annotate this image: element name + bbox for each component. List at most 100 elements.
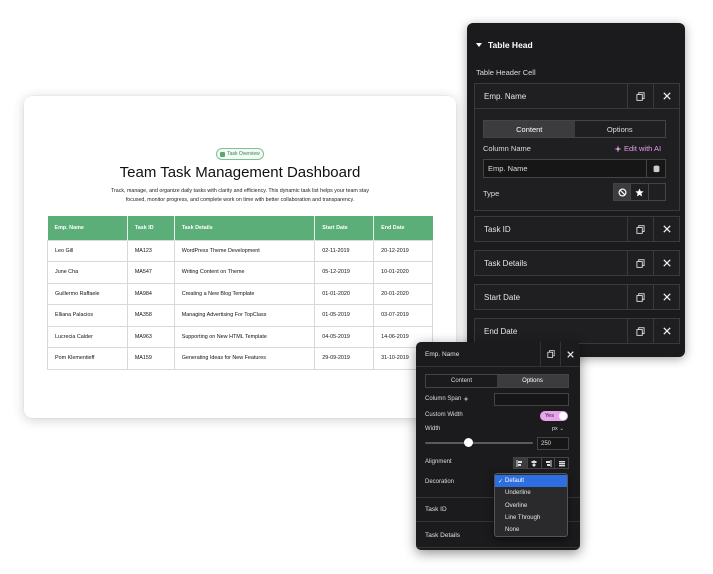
table-cell: 29-09-2019 bbox=[314, 347, 375, 370]
table-cell: 20-12-2019 bbox=[373, 239, 433, 262]
table-cell: Guillermo Raffaele bbox=[47, 282, 128, 305]
width-label: Width bbox=[425, 426, 441, 432]
tab-options[interactable]: Options bbox=[497, 375, 568, 387]
table-row: Pom Klementieff MA159 Generating Ideas f… bbox=[47, 347, 433, 370]
duplicate-button[interactable] bbox=[627, 285, 653, 309]
repeater-item-label: End Date bbox=[484, 326, 518, 336]
remove-button[interactable] bbox=[653, 285, 679, 309]
toggle-label: Yes bbox=[545, 413, 554, 419]
table-cell: Creating a New Blog Template bbox=[173, 282, 316, 305]
content-options-tabs: Content Options bbox=[483, 120, 666, 138]
custom-width-toggle[interactable]: Yes bbox=[540, 411, 568, 421]
remove-button[interactable] bbox=[653, 217, 679, 241]
dashboard-title: Team Task Management Dashboard bbox=[119, 164, 361, 181]
table-cell: WordPress Theme Development bbox=[173, 239, 316, 262]
remove-button[interactable] bbox=[653, 251, 679, 275]
align-left-option[interactable] bbox=[514, 458, 528, 468]
remove-button[interactable] bbox=[560, 342, 580, 366]
decoration-dropdown[interactable]: ✓ Default Underline Overline Line Throug… bbox=[494, 473, 568, 537]
type-label: Type bbox=[483, 189, 500, 198]
repeater-item-task-details[interactable]: Task Details bbox=[474, 250, 680, 276]
width-value: 250 bbox=[541, 440, 552, 447]
repeater-item-label: Emp. Name bbox=[484, 91, 527, 101]
duplicate-button[interactable] bbox=[627, 251, 653, 275]
align-center-option[interactable] bbox=[528, 458, 542, 468]
width-slider-track[interactable] bbox=[425, 442, 533, 444]
content-options-tabs: Content Options bbox=[425, 374, 569, 388]
remove-button[interactable] bbox=[653, 319, 679, 343]
table-cell: MA123 bbox=[126, 239, 175, 262]
table-cell: 01-05-2019 bbox=[314, 304, 375, 327]
type-other-option[interactable] bbox=[649, 184, 665, 200]
task-icon bbox=[220, 151, 226, 157]
caret-down-icon bbox=[476, 43, 482, 47]
type-icon-option[interactable] bbox=[631, 184, 649, 200]
copy-icon bbox=[636, 292, 645, 302]
table-cell: 01-01-2020 bbox=[314, 282, 375, 305]
decoration-option-line-through[interactable]: Line Through bbox=[495, 512, 567, 524]
alignment-label: Alignment bbox=[425, 459, 452, 465]
duplicate-button[interactable] bbox=[627, 217, 653, 241]
decoration-option-none[interactable]: None bbox=[495, 524, 567, 536]
ban-icon bbox=[618, 187, 627, 197]
table-cell: Generating Ideas for New Features bbox=[173, 347, 316, 370]
copy-icon bbox=[636, 91, 645, 101]
width-input[interactable]: 250 bbox=[537, 437, 569, 450]
edit-with-ai-label: Edit with AI bbox=[624, 144, 662, 153]
width-slider-handle[interactable] bbox=[463, 438, 473, 447]
sparkle-icon bbox=[614, 144, 622, 153]
copy-icon bbox=[546, 350, 555, 358]
column-span-label: Column Span bbox=[425, 396, 462, 402]
column-header: End Date bbox=[373, 216, 433, 240]
repeater-item-start-date[interactable]: Start Date bbox=[474, 284, 680, 310]
tab-options[interactable]: Options bbox=[575, 121, 666, 137]
copy-icon bbox=[636, 224, 645, 234]
repeater-item-emp-name[interactable]: Emp. Name bbox=[416, 342, 580, 367]
column-span-input[interactable] bbox=[494, 393, 569, 406]
table-row: June Cha MA547 Writing Content on Theme … bbox=[47, 261, 433, 284]
align-right-option[interactable] bbox=[542, 458, 556, 468]
width-unit-select[interactable]: px ⌄ bbox=[552, 426, 564, 432]
table-cell: MA984 bbox=[126, 282, 175, 305]
duplicate-button[interactable] bbox=[627, 319, 653, 343]
duplicate-button[interactable] bbox=[540, 342, 560, 366]
section-toggle-table-head[interactable]: Table Head bbox=[476, 40, 533, 50]
toggle-knob bbox=[559, 412, 567, 420]
tab-content[interactable]: Content bbox=[426, 375, 497, 387]
table-row: Leo Gill MA123 WordPress Theme Developme… bbox=[47, 239, 433, 262]
column-name-input[interactable]: Emp. Name bbox=[483, 159, 666, 178]
decoration-option-underline[interactable]: Underline bbox=[495, 487, 567, 499]
table-row: Lucrecia Calder MA963 Supporting on New … bbox=[47, 325, 433, 348]
repeater-item-emp-name[interactable]: Emp. Name bbox=[474, 83, 680, 109]
close-icon bbox=[662, 259, 671, 267]
align-left-icon bbox=[516, 459, 523, 467]
task-table: Emp. Name Task ID Task Details Start Dat… bbox=[47, 216, 433, 370]
decoration-option-overline[interactable]: Overline bbox=[495, 500, 567, 512]
table-row: Guillermo Raffaele MA984 Creating a New … bbox=[47, 282, 433, 305]
repeater-item-end-date[interactable]: End Date bbox=[474, 318, 680, 344]
tab-content[interactable]: Content bbox=[484, 121, 575, 137]
table-cell: MA547 bbox=[126, 261, 175, 284]
remove-button[interactable] bbox=[653, 84, 679, 108]
column-header: Task Details bbox=[174, 216, 316, 240]
column-span-row: Column Span bbox=[425, 396, 470, 402]
align-center-icon bbox=[531, 459, 537, 467]
chevron-down-icon: ⌄ bbox=[559, 426, 564, 432]
duplicate-button[interactable] bbox=[627, 84, 653, 108]
table-cell: MA159 bbox=[126, 347, 175, 370]
column-header: Start Date bbox=[314, 216, 375, 240]
table-cell: 10-01-2020 bbox=[373, 261, 433, 284]
decoration-option-default[interactable]: ✓ Default bbox=[495, 475, 567, 488]
repeater-item-task-id[interactable]: Task ID bbox=[474, 216, 680, 242]
section-title: Table Head bbox=[488, 40, 533, 50]
task-overview-pill: Task Overview bbox=[216, 148, 264, 160]
type-none-option[interactable] bbox=[614, 184, 632, 200]
dashboard-subtitle: Track, manage, and organize daily tasks … bbox=[111, 188, 369, 203]
custom-width-label: Custom Width bbox=[425, 412, 463, 418]
table-cell: MA358 bbox=[126, 304, 175, 327]
dynamic-tags-button[interactable] bbox=[646, 160, 665, 177]
align-justify-option[interactable] bbox=[555, 458, 568, 468]
edit-with-ai-button[interactable]: Edit with AI bbox=[614, 144, 661, 153]
option-label: Default bbox=[505, 478, 525, 485]
close-icon bbox=[662, 327, 671, 335]
